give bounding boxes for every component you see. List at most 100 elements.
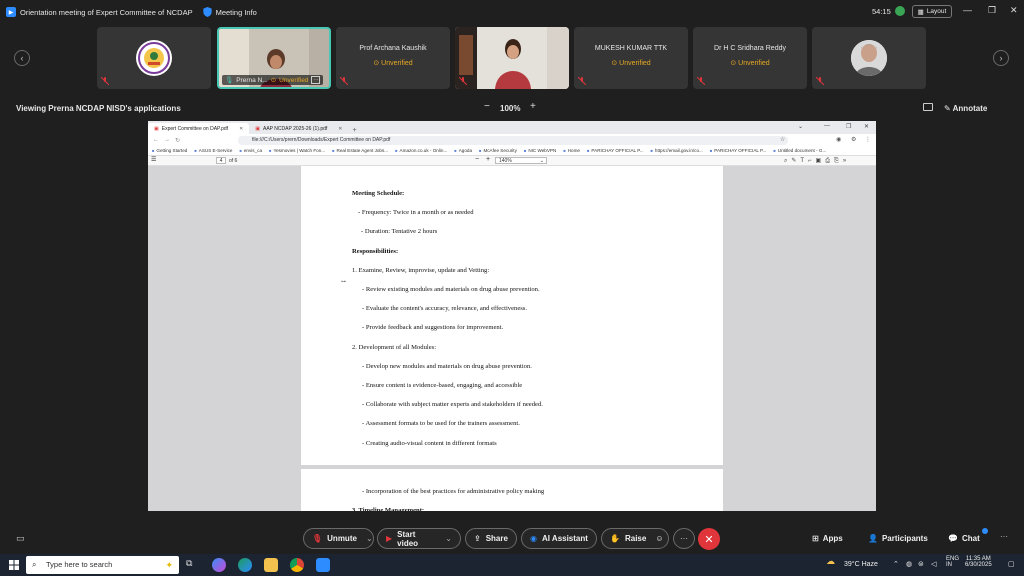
address-bar[interactable]: file:///C:/Users/prern/Downloads/Expert …: [238, 136, 788, 145]
participant-tile-1[interactable]: [97, 27, 211, 89]
share-arrow-icon: ⇪: [474, 534, 481, 543]
unmute-button[interactable]: 🎙 Unmute ⌄: [303, 528, 374, 549]
taskbar-search-input[interactable]: ⌕ Type here to search ✦: [26, 556, 179, 574]
clock[interactable]: 11:35 AM 6/30/2025: [965, 556, 992, 568]
raise-hand-button[interactable]: ✋ Raise ☺: [601, 528, 669, 549]
sidebar-toggle-icon[interactable]: ☰: [151, 156, 156, 163]
more-options-icon[interactable]: ···: [311, 76, 321, 84]
chrome-browser-icon[interactable]: [290, 558, 304, 572]
reactions-emoji-icon[interactable]: ☺: [655, 534, 663, 543]
bookmark-item[interactable]: Amazon.co.uk - Onlin...: [395, 148, 448, 153]
view-options-screen-icon[interactable]: [923, 103, 933, 111]
task-view-icon[interactable]: ⧉: [186, 558, 200, 572]
pdf-file-icon: ▣: [154, 125, 159, 132]
bookmark-item[interactable]: McAfee Security: [479, 148, 516, 153]
browser-maximize-icon[interactable]: ❐: [846, 123, 851, 130]
profile-icon[interactable]: ◉: [836, 136, 841, 143]
browser-menu-icon[interactable]: ⋮: [865, 136, 871, 143]
chevron-down-icon[interactable]: ⌄: [366, 534, 373, 543]
chevron-down-icon[interactable]: ⌄: [445, 534, 452, 543]
prev-page-chevron-left-icon[interactable]: ‹: [14, 50, 30, 66]
tab-list-chevron-icon[interactable]: ⌄: [798, 123, 803, 130]
ai-assistant-button[interactable]: ◉ AI Assistant: [521, 528, 597, 549]
captions-icon[interactable]: ▭: [16, 533, 25, 544]
more-menu-icon[interactable]: ···: [1000, 532, 1008, 541]
bookmark-item[interactable]: Untitled document - G...: [773, 148, 827, 153]
screen-share-bar: Viewing Prerna NCDAP NISD's applications…: [0, 100, 1024, 118]
unverified-clock-icon: ⊙: [611, 60, 620, 67]
pdf-zoom-out-icon[interactable]: −: [475, 156, 479, 163]
bookmark-item[interactable]: Getting Started: [152, 148, 187, 153]
participant-tile-7[interactable]: [812, 27, 926, 89]
muted-mic-icon: [340, 77, 348, 85]
bookmark-item[interactable]: Home: [563, 148, 580, 153]
copilot-icon[interactable]: [212, 558, 226, 572]
document-line: 1. Examine, Review, improvise, update an…: [352, 266, 490, 274]
maximize-icon[interactable]: ❐: [988, 5, 996, 16]
forward-arrow-icon[interactable]: →: [164, 137, 170, 143]
pdf-zoom-select[interactable]: 140% ⌄: [495, 157, 547, 164]
zoom-out-icon[interactable]: −: [484, 101, 490, 112]
network-icon[interactable]: ◍: [906, 560, 912, 568]
search-icon: ⌕: [32, 560, 37, 569]
share-button[interactable]: ⇪ Share: [465, 528, 517, 549]
browser-close-icon[interactable]: ✕: [864, 123, 869, 130]
close-icon[interactable]: ✕: [1010, 5, 1018, 16]
pdf-tools-icons[interactable]: ⌕✎T⌐▣⎙⎘»: [784, 157, 850, 165]
encryption-shield-icon[interactable]: [895, 6, 905, 16]
search-placeholder: Type here to search: [46, 560, 113, 569]
page-number-input[interactable]: 4: [216, 157, 226, 164]
bookmark-item[interactable]: https://email.gov.in/co...: [651, 148, 703, 153]
bookmark-item[interactable]: Yesmovies | Watch Fon...: [269, 148, 325, 153]
show-hidden-icons-chevron-icon[interactable]: ⌃: [893, 560, 899, 568]
leave-meeting-close-icon[interactable]: ✕: [698, 528, 720, 550]
windows-start-icon[interactable]: [9, 560, 19, 570]
close-tab-icon[interactable]: ✕: [239, 126, 243, 132]
notifications-icon[interactable]: ▢: [1008, 560, 1015, 568]
extensions-icon[interactable]: ⚙: [851, 136, 856, 143]
new-tab-icon[interactable]: +: [353, 127, 357, 134]
participant-tile-3[interactable]: Prof Archana Kaushik ⊙ Unverified: [336, 27, 450, 89]
participant-tile-4[interactable]: [455, 27, 569, 89]
weather-haze-icon[interactable]: ☁: [826, 556, 835, 567]
annotate-button[interactable]: ✎ Annotate: [944, 104, 987, 113]
bookmark-star-icon[interactable]: ☆: [780, 136, 785, 143]
participant-tile-5[interactable]: MUKESH KUMAR TTK ⊙ Unverified: [574, 27, 688, 89]
back-arrow-icon[interactable]: ←: [153, 137, 159, 143]
pdf-zoom-in-icon[interactable]: +: [486, 156, 490, 163]
close-tab-icon[interactable]: ✕: [338, 126, 342, 132]
wifi-icon[interactable]: ⊜: [918, 560, 924, 568]
next-page-chevron-right-icon[interactable]: ›: [993, 50, 1009, 66]
browser-tab-active[interactable]: ▣ Expert Committee on DAP.pdf ✕: [148, 123, 250, 134]
bookmark-item[interactable]: Agoda: [454, 148, 472, 153]
bookmark-item[interactable]: ASUS E-Service: [194, 148, 233, 153]
zoom-taskbar-icon[interactable]: [316, 558, 330, 572]
more-options-icon[interactable]: ···: [673, 528, 695, 549]
layout-button[interactable]: ▦ Layout: [912, 5, 952, 18]
bookmark-item[interactable]: PARICHAY OFFICIAL P...: [587, 148, 643, 153]
language-indicator[interactable]: ENG IN: [946, 556, 959, 568]
unverified-clock-icon: ⊙: [270, 77, 277, 84]
bookmark-item[interactable]: PARICHAY OFFICIAL P...: [710, 148, 766, 153]
zoom-in-icon[interactable]: +: [530, 101, 536, 112]
participant-tile-2-active-speaker[interactable]: 🎙 Prerna N... ⊙ Unverified ···: [217, 27, 331, 89]
volume-icon[interactable]: ◁: [931, 560, 936, 568]
start-video-button[interactable]: ▶ Start video ⌄: [377, 528, 461, 549]
bookmark-item[interactable]: Real Estate Agent Jobs...: [332, 148, 389, 153]
shield-icon[interactable]: [202, 7, 212, 17]
bookmark-item[interactable]: NIC WebVPN: [524, 148, 556, 153]
meeting-info-link[interactable]: Meeting Info: [216, 8, 257, 17]
file-explorer-icon[interactable]: [264, 558, 278, 572]
weather-text[interactable]: 39°C Haze: [844, 561, 878, 568]
apps-button[interactable]: ⊞ Apps: [812, 534, 843, 543]
minimize-icon[interactable]: —: [963, 5, 972, 15]
reload-icon[interactable]: ↻: [175, 137, 180, 144]
browser-minimize-icon[interactable]: —: [824, 123, 830, 129]
chat-button[interactable]: 💬 Chat: [948, 534, 980, 543]
browser-tab[interactable]: ▣ AAP NCDAP 2025-26 (1).pdf ✕: [249, 123, 348, 134]
pdf-viewer[interactable]: Meeting Schedule: - Frequency: Twice in a…: [148, 166, 876, 511]
edge-browser-icon[interactable]: [238, 558, 252, 572]
participants-button[interactable]: 👤 Participants: [868, 534, 928, 543]
bookmark-item[interactable]: envis_ca: [239, 148, 262, 153]
participant-tile-6[interactable]: Dr H C Sridhara Reddy ⊙ Unverified: [693, 27, 807, 89]
